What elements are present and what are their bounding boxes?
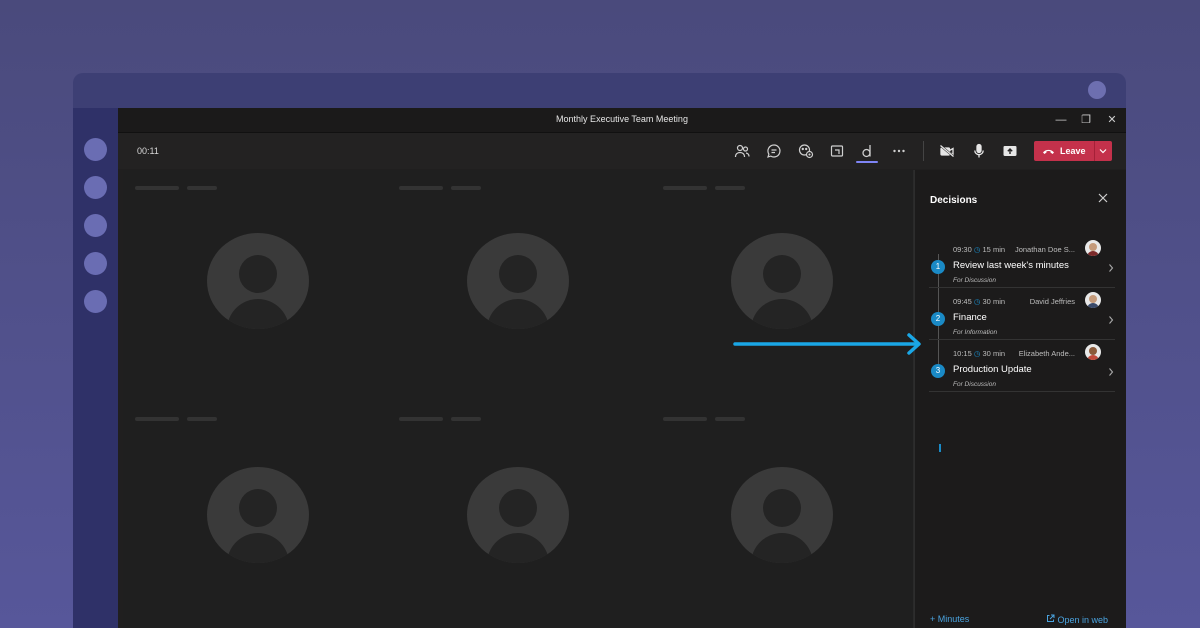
agenda-item-purpose: For Discussion: [953, 381, 996, 388]
rail-item-teams[interactable]: [84, 214, 107, 237]
avatar: [207, 467, 309, 563]
participant-tile[interactable]: [651, 401, 914, 628]
participant-role-placeholder: [451, 417, 481, 421]
participant-role-placeholder: [715, 417, 745, 421]
avatar: [207, 233, 309, 329]
current-time-marker: [939, 444, 941, 452]
leave-label: Leave: [1060, 146, 1086, 156]
window-title: Monthly Executive Team Meeting: [556, 114, 688, 124]
agenda-item-presenter: Elizabeth Ande...: [1018, 349, 1075, 358]
participant-name-placeholder: [135, 417, 179, 421]
clock-icon: ◷: [973, 245, 981, 254]
clock-icon: ◷: [973, 297, 981, 306]
agenda-item-meta: 09:45 ◷ 30 min: [953, 297, 1005, 306]
highlight-arrow: [733, 333, 921, 355]
share-screen-icon[interactable]: [1002, 143, 1018, 159]
agenda-item-duration: 15 min: [982, 245, 1006, 254]
meeting-window: Monthly Executive Team Meeting — ❐ ✕ 00:…: [118, 108, 1126, 628]
teams-app-frame: Monthly Executive Team Meeting — ❐ ✕ 00:…: [73, 73, 1126, 628]
clock-icon: ◷: [973, 349, 981, 358]
open-in-web-label: Open in web: [1057, 615, 1109, 625]
agenda-item-title: Finance: [953, 312, 987, 323]
rail-item-chat[interactable]: [84, 176, 107, 199]
camera-off-icon[interactable]: [939, 143, 955, 159]
agenda-item-number: 1: [931, 260, 945, 274]
participant-name-placeholder: [399, 417, 443, 421]
share-tray-icon[interactable]: [829, 143, 845, 159]
leave-divider: [1094, 141, 1095, 161]
agenda-item-presenter: Jonathan Doe S...: [1014, 245, 1075, 254]
chevron-down-icon[interactable]: [1098, 145, 1108, 159]
participant-name-placeholder: [663, 186, 707, 190]
chevron-right-icon: [1107, 260, 1115, 278]
agenda-item-title: Review last week's minutes: [953, 260, 1069, 271]
rail-item-activity[interactable]: [84, 138, 107, 161]
panel-title: Decisions: [930, 195, 978, 206]
chat-icon[interactable]: [766, 143, 782, 159]
rail-item-calls[interactable]: [84, 290, 107, 313]
video-grid: [123, 170, 914, 628]
avatar: [731, 467, 833, 563]
close-icon[interactable]: ✕: [1104, 112, 1120, 128]
participant-name-placeholder: [135, 186, 179, 190]
avatar: [467, 467, 569, 563]
hang-up-icon: [1042, 147, 1055, 157]
meeting-toolbar: 00:11 Leave: [118, 133, 1126, 169]
agenda-item-number: 2: [931, 312, 945, 326]
agenda-item-time: 09:30: [953, 245, 972, 254]
participant-role-placeholder: [451, 186, 481, 190]
mic-icon[interactable]: [971, 143, 987, 159]
agenda-item-time: 10:15: [953, 349, 972, 358]
agenda-item-duration: 30 min: [982, 297, 1006, 306]
agenda-item-title: Production Update: [953, 364, 1032, 375]
meeting-timer: 00:11: [137, 146, 159, 156]
presenter-avatar: [1085, 292, 1101, 308]
participant-tile[interactable]: [387, 401, 652, 628]
agenda-item[interactable]: 1 09:30 ◷ 15 min Jonathan Doe S... Revie…: [929, 237, 1115, 288]
participant-tile[interactable]: [123, 170, 388, 402]
agenda-item[interactable]: 3 10:15 ◷ 30 min Elizabeth Ande... Produ…: [929, 341, 1115, 392]
agenda-item-meta: 09:30 ◷ 15 min: [953, 245, 1005, 254]
profile-avatar[interactable]: [1088, 81, 1106, 99]
participant-role-placeholder: [715, 186, 745, 190]
participant-name-placeholder: [663, 417, 707, 421]
external-link-icon: [1046, 614, 1058, 625]
open-in-web-link[interactable]: Open in web: [1046, 614, 1108, 625]
active-tab-indicator: [856, 161, 878, 163]
decisions-app-icon[interactable]: [859, 143, 875, 159]
participant-role-placeholder: [187, 186, 217, 190]
avatar: [731, 233, 833, 329]
agenda-item-purpose: For Discussion: [953, 277, 996, 284]
participant-role-placeholder: [187, 417, 217, 421]
more-icon[interactable]: [891, 143, 907, 159]
agenda-item-number: 3: [931, 364, 945, 378]
app-rail: [73, 108, 118, 628]
rail-item-calendar[interactable]: [84, 252, 107, 275]
chevron-right-icon: [1107, 312, 1115, 330]
leave-button[interactable]: Leave: [1034, 141, 1112, 161]
participant-name-placeholder: [399, 186, 443, 190]
add-minutes-link[interactable]: + Minutes: [930, 614, 969, 624]
agenda-item-meta: 10:15 ◷ 30 min: [953, 349, 1005, 358]
decisions-panel: Decisions 1 09:30 ◷ 15 min Jonathan Doe …: [914, 170, 1126, 628]
agenda-item-purpose: For Information: [953, 329, 998, 336]
avatar: [467, 233, 569, 329]
minimize-icon[interactable]: —: [1053, 112, 1069, 128]
participant-tile[interactable]: [387, 170, 652, 402]
participant-tile[interactable]: [651, 170, 914, 402]
reactions-icon[interactable]: [798, 143, 814, 159]
agenda-item[interactable]: 2 09:45 ◷ 30 min David Jeffries Finance …: [929, 289, 1115, 340]
agenda-item-presenter: David Jeffries: [1029, 297, 1075, 306]
restore-icon[interactable]: ❐: [1078, 112, 1094, 128]
presenter-avatar: [1085, 240, 1101, 256]
agenda-item-time: 09:45: [953, 297, 972, 306]
title-bar: Monthly Executive Team Meeting — ❐ ✕: [118, 108, 1126, 133]
agenda-item-duration: 30 min: [982, 349, 1006, 358]
chevron-right-icon: [1107, 364, 1115, 382]
people-icon[interactable]: [734, 143, 750, 159]
participant-tile[interactable]: [123, 401, 388, 628]
close-icon[interactable]: [1095, 190, 1111, 206]
presenter-avatar: [1085, 344, 1101, 360]
toolbar-divider: [923, 141, 924, 161]
